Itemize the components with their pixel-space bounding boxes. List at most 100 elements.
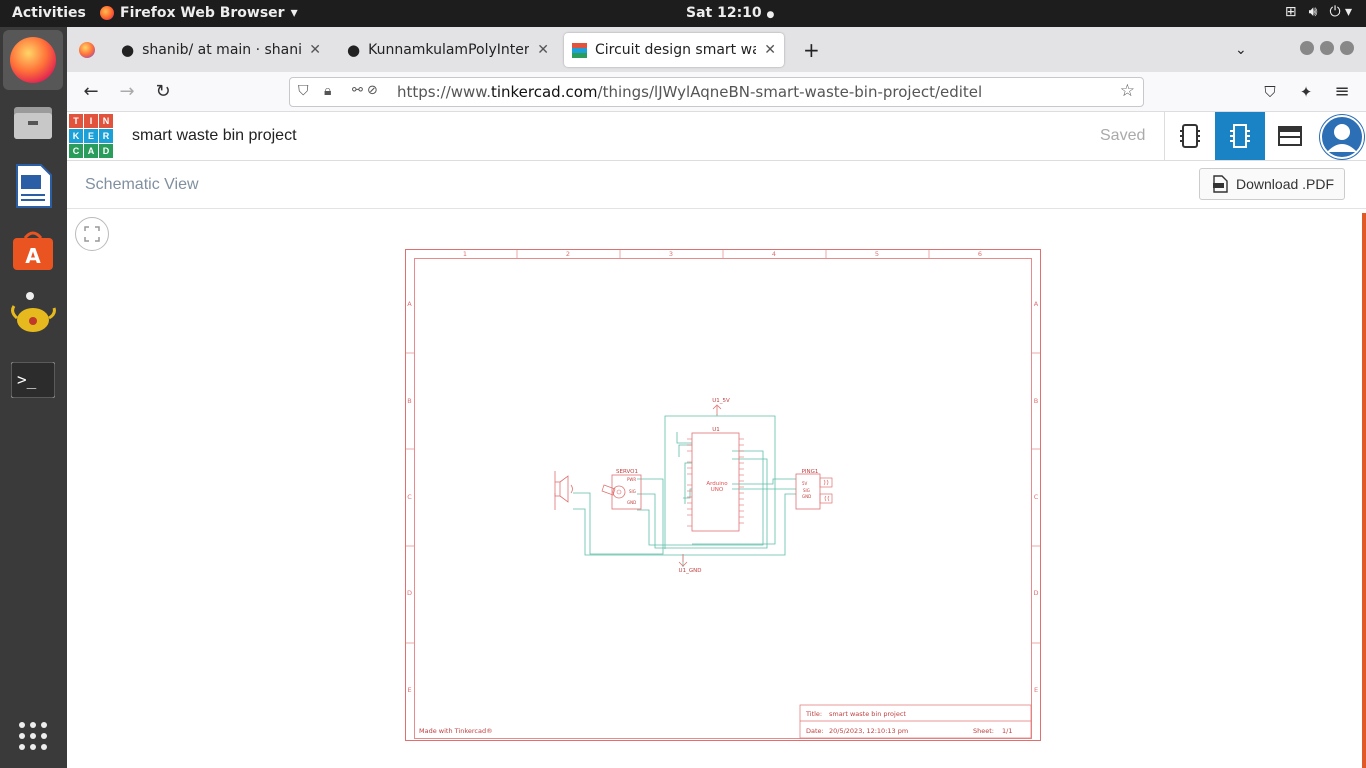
uno-label: UNO bbox=[711, 487, 724, 493]
dock: A >_ bbox=[0, 27, 67, 768]
dock-show-apps[interactable] bbox=[9, 712, 57, 760]
date-value: 20/5/2023, 12:10:13 pm bbox=[829, 727, 908, 735]
software-store-icon: A bbox=[13, 231, 53, 270]
user-icon bbox=[1320, 115, 1364, 159]
window-controls bbox=[1300, 41, 1354, 55]
reload-button[interactable]: ↻ bbox=[151, 80, 175, 104]
row-label: B bbox=[407, 397, 411, 405]
servo-pin: SIG bbox=[629, 489, 636, 494]
schematic-chip-icon bbox=[1230, 124, 1250, 148]
component-list-button[interactable] bbox=[1265, 112, 1315, 160]
servo-component: SERVO1 PWR SIG GND bbox=[601, 469, 642, 510]
row-label: D bbox=[407, 589, 412, 597]
back-button[interactable]: ← bbox=[79, 80, 103, 104]
tab-firefox-view[interactable] bbox=[71, 33, 107, 67]
schematic-view-button[interactable] bbox=[1215, 112, 1265, 160]
new-tab-button[interactable]: + bbox=[795, 33, 825, 67]
maximize-button[interactable] bbox=[1320, 41, 1334, 55]
url-prefix: https://www. bbox=[397, 83, 491, 101]
col-label: 3 bbox=[669, 250, 673, 258]
url-bar[interactable]: ⛉ 🔒︎ ⚯ ⊘ https://www.tinkercad.com/thing… bbox=[289, 77, 1144, 107]
shield-icon[interactable]: ⛉ bbox=[298, 83, 309, 99]
row-label: A bbox=[407, 300, 412, 308]
col-label: 5 bbox=[875, 250, 879, 258]
logo-letter: C bbox=[69, 144, 83, 158]
circuit-view-button[interactable] bbox=[1165, 112, 1215, 160]
chevron-down-icon: ▾ bbox=[290, 5, 298, 21]
logo-letter: R bbox=[99, 129, 113, 143]
date-label: Date: bbox=[806, 727, 824, 735]
tinkercad-favicon-icon bbox=[572, 42, 587, 58]
clock-label: Sat 12:10 bbox=[686, 5, 762, 21]
u1-5v-label: U1_5V bbox=[712, 398, 730, 404]
download-pdf-button[interactable]: Download .PDF bbox=[1199, 168, 1345, 200]
logo-letter: A bbox=[84, 144, 98, 158]
dock-writer[interactable] bbox=[9, 162, 57, 210]
lock-icon[interactable]: 🔒︎ bbox=[324, 83, 331, 99]
tab-github-shanib[interactable]: ● shanib/ at main · shanibm ✕ bbox=[113, 33, 329, 67]
app-menu[interactable]: Firefox Web Browser ▾ bbox=[100, 5, 298, 21]
logo-letter: E bbox=[84, 129, 98, 143]
dock-files[interactable] bbox=[9, 98, 57, 146]
files-icon bbox=[14, 107, 52, 139]
logo-letter: D bbox=[99, 144, 113, 158]
download-pdf-label: Download .PDF bbox=[1236, 176, 1335, 192]
navigation-bar: ← → ↻ ⛉ 🔒︎ ⚯ ⊘ https://www.tinkercad.com… bbox=[67, 72, 1366, 112]
system-tray[interactable]: ⊞ 🔊︎ ⏻ ▾ bbox=[1285, 4, 1352, 20]
ping-pin: GND bbox=[802, 494, 811, 499]
schematic-sheet: 1 2 3 4 5 6 A B C D E A B C D E Title: s… bbox=[405, 249, 1041, 741]
pocket-icon[interactable]: ⛉ bbox=[1258, 80, 1282, 104]
extensions-icon[interactable]: ✦ bbox=[1294, 80, 1318, 104]
u1-gnd-label: U1_GND bbox=[679, 568, 702, 574]
forward-button[interactable]: → bbox=[115, 80, 139, 104]
close-icon[interactable]: ✕ bbox=[309, 42, 321, 58]
system-top-bar: Activities Firefox Web Browser ▾ Sat 12:… bbox=[0, 0, 1366, 27]
network-icon: ⊞ bbox=[1284, 4, 1297, 20]
schematic-canvas[interactable]: 1 2 3 4 5 6 A B C D E A B C D E Title: s… bbox=[67, 209, 1366, 768]
chevron-down-icon: ⌄ bbox=[1235, 42, 1247, 58]
svg-text:>_: >_ bbox=[17, 370, 37, 389]
firefox-icon bbox=[100, 6, 114, 20]
close-icon[interactable]: ✕ bbox=[764, 42, 776, 58]
logo-letter: N bbox=[99, 114, 113, 128]
fit-view-button[interactable] bbox=[75, 217, 109, 251]
minimize-button[interactable] bbox=[1300, 41, 1314, 55]
vertical-scrollbar[interactable] bbox=[1362, 213, 1366, 768]
tab-tinkercad[interactable]: Circuit design smart wast ✕ bbox=[564, 33, 784, 67]
tab-label: shanib/ at main · shanibm bbox=[142, 42, 302, 58]
url-path: /things/lJWylAqneBN-smart-waste-bin-proj… bbox=[597, 83, 983, 101]
close-icon[interactable]: ✕ bbox=[537, 42, 549, 58]
dock-terminal[interactable]: >_ bbox=[9, 356, 57, 404]
tab-label: KunnamkulamPolyIntern bbox=[368, 42, 530, 58]
row-label: E bbox=[1034, 686, 1038, 694]
close-window-button[interactable] bbox=[1340, 41, 1354, 55]
list-all-tabs-button[interactable]: ⌄ bbox=[1227, 33, 1257, 67]
user-avatar[interactable] bbox=[1319, 114, 1365, 160]
sheet-label: Sheet: bbox=[973, 727, 994, 735]
dock-teapot[interactable] bbox=[9, 289, 57, 337]
dock-software[interactable]: A bbox=[9, 226, 57, 274]
volume-icon: 🔊︎ bbox=[1308, 4, 1318, 20]
row-label: E bbox=[407, 686, 411, 694]
made-with-label: Made with Tinkercad® bbox=[419, 727, 493, 735]
project-title[interactable]: smart waste bin project bbox=[132, 127, 297, 145]
dock-firefox[interactable] bbox=[3, 30, 63, 90]
ping-pin: SIG bbox=[803, 488, 810, 493]
row-label: B bbox=[1034, 397, 1038, 405]
sheet-outer-border bbox=[405, 249, 1041, 741]
tinkercad-logo[interactable]: T I N K E R C A D bbox=[69, 114, 113, 158]
terminal-icon: >_ bbox=[11, 362, 55, 398]
app-menu-label: Firefox Web Browser bbox=[120, 5, 285, 21]
row-label: A bbox=[1034, 300, 1039, 308]
menu-icon[interactable]: ≡ bbox=[1330, 80, 1354, 104]
bookmark-star-icon[interactable]: ☆ bbox=[1120, 81, 1135, 101]
permissions-icon[interactable]: ⚯ ⊘ bbox=[352, 83, 378, 98]
title-value: smart waste bin project bbox=[829, 710, 906, 718]
tab-github-kunnamkulam[interactable]: ● KunnamkulamPolyIntern ✕ bbox=[339, 33, 557, 67]
arduino-uno-component: U1 Arduino UNO bbox=[687, 427, 744, 532]
title-block: Title: smart waste bin project Date: 20/… bbox=[799, 704, 1032, 739]
tinkercad-header: T I N K E R C A D smart waste bin projec… bbox=[67, 112, 1366, 161]
activities-button[interactable]: Activities bbox=[12, 5, 86, 21]
clock[interactable]: Sat 12:10 ● bbox=[686, 5, 774, 21]
teapot-icon bbox=[11, 292, 56, 332]
